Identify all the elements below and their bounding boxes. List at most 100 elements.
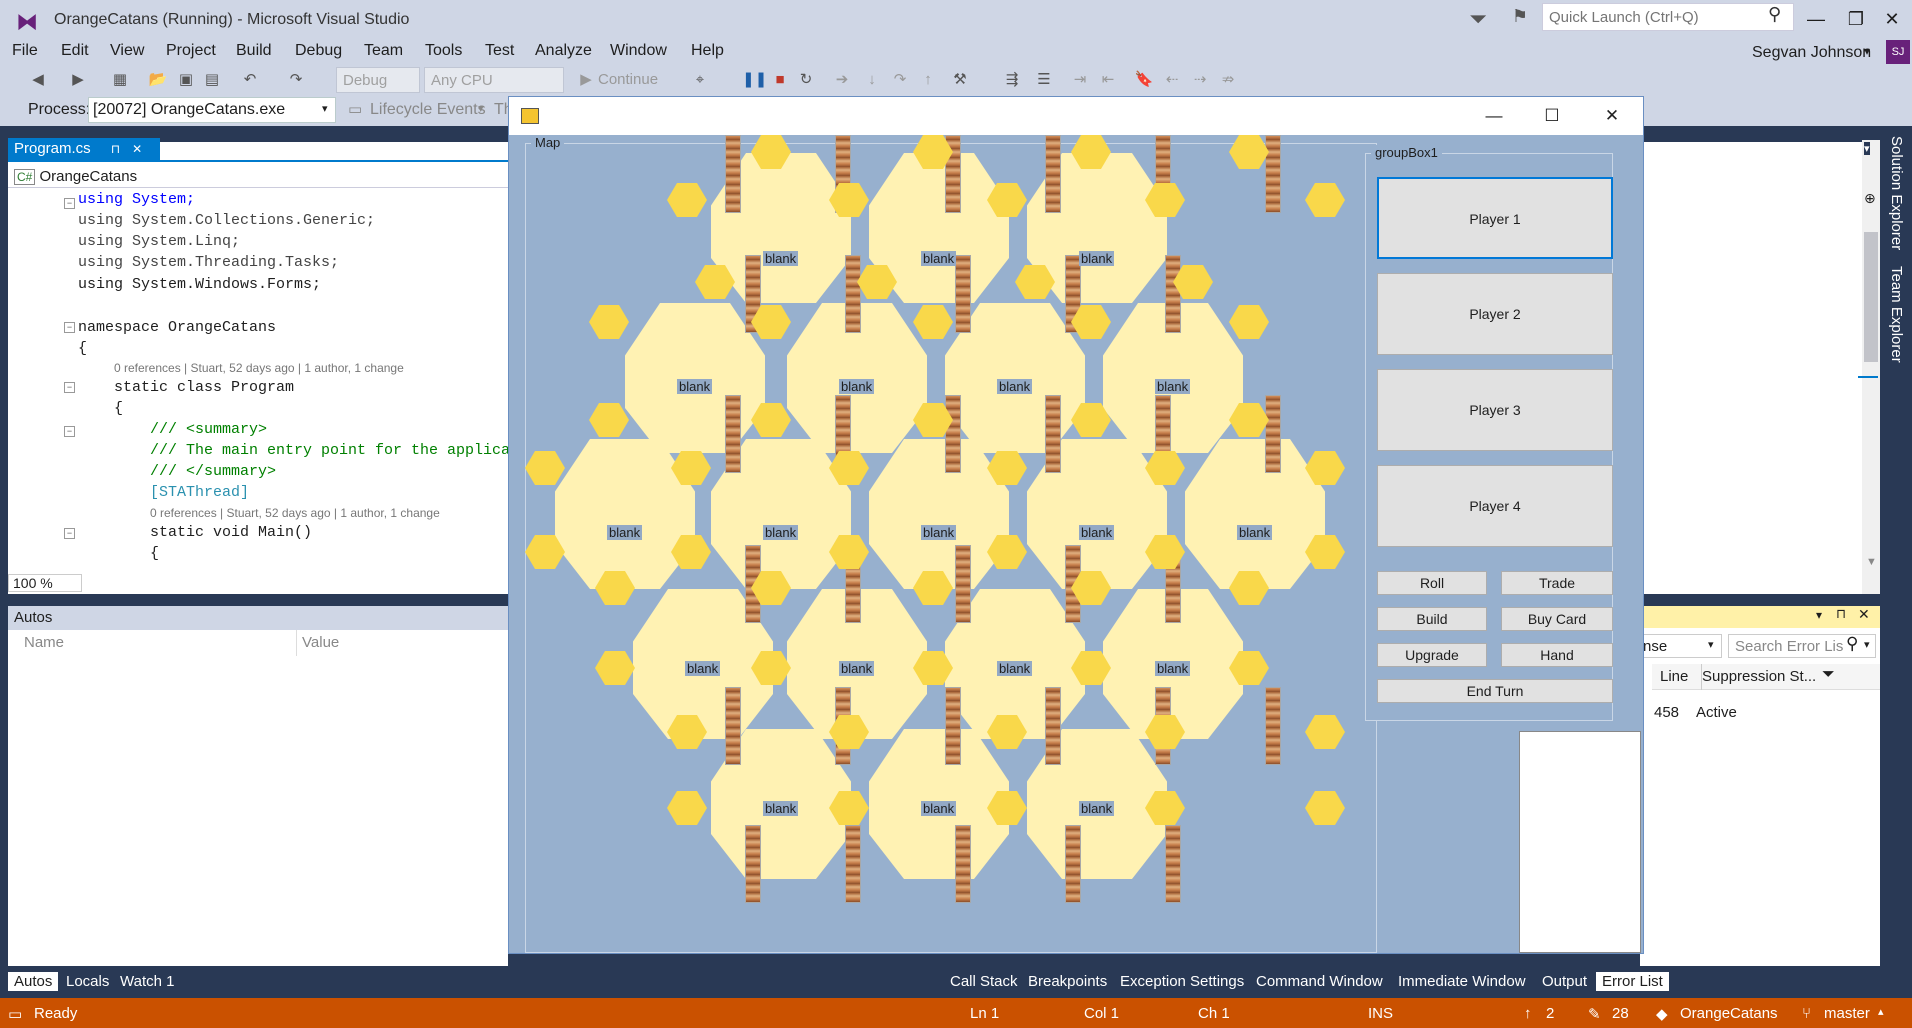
- pin-icon[interactable]: ⊓: [111, 142, 120, 156]
- menu-edit[interactable]: Edit: [61, 42, 89, 60]
- tab-program-cs[interactable]: Program.cs ⊓ ✕: [8, 138, 160, 160]
- status-repo[interactable]: OrangeCatans: [1680, 1005, 1778, 1022]
- chevron-down-icon[interactable]: ▾: [478, 102, 484, 115]
- road-segment[interactable]: [1065, 825, 1081, 903]
- select-target-icon[interactable]: ⌖: [690, 70, 710, 90]
- bookmark-icon[interactable]: 🔖: [1134, 70, 1154, 90]
- close-button[interactable]: ✕: [1872, 4, 1912, 34]
- road-segment[interactable]: [955, 545, 971, 623]
- undo-icon[interactable]: ↶: [240, 70, 260, 90]
- code-line[interactable]: {: [78, 340, 87, 357]
- road-segment[interactable]: [745, 825, 761, 903]
- restart-icon[interactable]: ↻: [796, 70, 816, 90]
- end-turn-button[interactable]: End Turn: [1377, 679, 1613, 703]
- split-icon[interactable]: ⊕: [1864, 190, 1876, 207]
- lifecycle-events-dropdown[interactable]: Lifecycle Events: [370, 101, 486, 119]
- filter-icon[interactable]: ⏷: [1822, 666, 1835, 684]
- save-all-icon[interactable]: ▤: [202, 70, 222, 90]
- pencil-icon[interactable]: ✎: [1588, 1005, 1601, 1023]
- code-line[interactable]: using System.Windows.Forms;: [78, 276, 321, 293]
- form-minimize-button[interactable]: —: [1471, 101, 1517, 131]
- tab-breakpoints[interactable]: Breakpoints: [1022, 972, 1113, 991]
- process-dropdown[interactable]: [20072] OrangeCatans.exe: [88, 97, 336, 123]
- stop-icon[interactable]: ■: [770, 70, 790, 90]
- tab-exception-settings[interactable]: Exception Settings: [1114, 972, 1250, 991]
- code-line[interactable]: static void Main(): [150, 524, 312, 541]
- chevron-down-icon[interactable]: ▾: [1864, 44, 1870, 58]
- repo-icon[interactable]: ◆: [1656, 1005, 1668, 1023]
- menu-help[interactable]: Help: [691, 42, 724, 60]
- collapse-icon[interactable]: −: [64, 528, 75, 539]
- code-line[interactable]: using System.Threading.Tasks;: [78, 254, 339, 271]
- chevron-down-icon[interactable]: ▾: [1708, 638, 1714, 651]
- trade-button[interactable]: Trade: [1501, 571, 1613, 595]
- road-segment[interactable]: [725, 395, 741, 473]
- road-segment[interactable]: [1265, 395, 1281, 473]
- thread-icon[interactable]: ⇶: [1002, 70, 1022, 90]
- redo-icon[interactable]: ↷: [286, 70, 306, 90]
- code-line[interactable]: namespace OrangeCatans: [78, 319, 276, 336]
- chevron-down-icon[interactable]: ▾: [322, 102, 328, 115]
- chevron-down-icon[interactable]: ▾: [1816, 608, 1822, 622]
- collapse-icon[interactable]: −: [64, 382, 75, 393]
- hex-tile[interactable]: [1185, 439, 1325, 589]
- menu-analyze[interactable]: Analyze: [535, 42, 592, 60]
- road-segment[interactable]: [845, 825, 861, 903]
- player-3-button[interactable]: Player 3: [1377, 369, 1613, 451]
- side-tab-solution-explorer[interactable]: Solution Explorer: [1888, 136, 1905, 250]
- menu-build[interactable]: Build: [236, 42, 272, 60]
- class-dropdown[interactable]: C# OrangeCatans: [8, 166, 508, 188]
- road-segment[interactable]: [1265, 687, 1281, 765]
- tab-autos[interactable]: Autos: [8, 972, 59, 991]
- restore-button[interactable]: ❐: [1836, 4, 1876, 34]
- codelens-info[interactable]: 0 references | Stuart, 52 days ago | 1 a…: [114, 361, 404, 375]
- buy-card-button[interactable]: Buy Card: [1501, 607, 1613, 631]
- step-into-icon[interactable]: ↓: [862, 70, 882, 90]
- code-line[interactable]: using System;: [78, 191, 195, 208]
- road-segment[interactable]: [1045, 135, 1061, 213]
- prev-bookmark-icon[interactable]: ⇠: [1162, 70, 1182, 90]
- tab-call-stack[interactable]: Call Stack: [944, 972, 1024, 991]
- minimize-button[interactable]: —: [1796, 4, 1836, 34]
- forward-icon[interactable]: ▶: [68, 70, 88, 90]
- branch-icon[interactable]: ⑂: [1802, 1005, 1811, 1022]
- code-line[interactable]: static class Program: [114, 379, 294, 396]
- code-comment[interactable]: /// The main entry point for the applica: [150, 442, 510, 459]
- road-segment[interactable]: [1165, 255, 1181, 333]
- search-icon[interactable]: ⚲: [1846, 634, 1858, 654]
- feedback-filter-icon[interactable]: ⏷: [1466, 6, 1490, 31]
- back-icon[interactable]: ◀: [28, 70, 48, 90]
- player-2-button[interactable]: Player 2: [1377, 273, 1613, 355]
- status-unpushed[interactable]: 2: [1546, 1005, 1554, 1022]
- road-segment[interactable]: [725, 135, 741, 213]
- open-file-icon[interactable]: 📂: [148, 70, 168, 90]
- code-line[interactable]: using System.Linq;: [78, 233, 240, 250]
- tab-watch-1[interactable]: Watch 1: [114, 972, 180, 991]
- status-changes[interactable]: 28: [1612, 1005, 1629, 1022]
- step-out-icon[interactable]: ↑: [918, 70, 938, 90]
- road-segment[interactable]: [1045, 687, 1061, 765]
- form-close-button[interactable]: ✕: [1589, 101, 1635, 131]
- col-line[interactable]: Line: [1660, 668, 1688, 685]
- road-segment[interactable]: [1045, 395, 1061, 473]
- show-next-statement-icon[interactable]: ➔: [832, 70, 852, 90]
- pin-icon[interactable]: ⊓: [1836, 606, 1846, 622]
- road-segment[interactable]: [1165, 825, 1181, 903]
- build-button[interactable]: Build: [1377, 607, 1487, 631]
- upgrade-button[interactable]: Upgrade: [1377, 643, 1487, 667]
- collapse-icon[interactable]: −: [64, 198, 75, 209]
- collapse-icon[interactable]: −: [64, 322, 75, 333]
- hex-display-icon[interactable]: ⚒: [950, 70, 970, 90]
- zoom-dropdown[interactable]: 100 %: [8, 574, 82, 592]
- scrollbar-thumb[interactable]: [1864, 232, 1878, 362]
- play-icon[interactable]: ▶: [576, 70, 596, 90]
- menu-tools[interactable]: Tools: [425, 42, 462, 60]
- road-segment[interactable]: [1265, 135, 1281, 213]
- step-over-icon[interactable]: ↷: [890, 70, 910, 90]
- tab-locals[interactable]: Locals: [60, 972, 115, 991]
- code-comment[interactable]: /// </summary>: [150, 463, 276, 480]
- platform-dropdown[interactable]: Any CPU: [424, 67, 564, 93]
- autos-col-name[interactable]: Name: [24, 634, 64, 651]
- indent-icon[interactable]: ⇥: [1070, 70, 1090, 90]
- code-line[interactable]: {: [150, 545, 159, 562]
